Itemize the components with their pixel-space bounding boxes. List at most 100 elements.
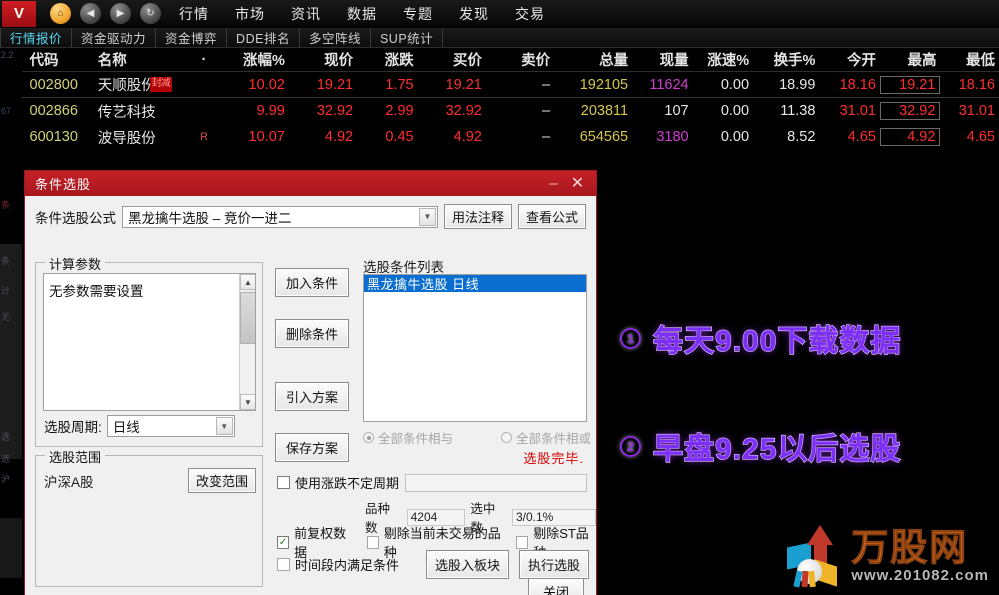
cell-low: 4.65 (966, 129, 995, 145)
formula-select[interactable]: 黑龙擒牛选股 – 竞价一进二 ▼ (122, 205, 438, 228)
cell-open: 4.65 (847, 129, 876, 145)
back-icon[interactable]: ◀ (80, 3, 101, 24)
period-select[interactable]: 日线 ▼ (106, 415, 235, 437)
checkbox-box[interactable] (366, 535, 379, 549)
tab-sup-stats[interactable]: SUP统计 (371, 28, 444, 47)
menu-item-market[interactable]: 市场 (235, 4, 265, 24)
screen-edge-artifact: 条 条 计 无 选 选 沪 2.2 2.2 67 (0, 48, 22, 595)
tab-long-short[interactable]: 多空阵线 (300, 28, 371, 47)
header-volume[interactable]: 总量 (554, 49, 632, 70)
checkbox-box[interactable] (277, 558, 290, 571)
dialog-title: 条件选股 (35, 177, 92, 192)
formula-row: 条件选股公式 黑龙擒牛选股 – 竞价一进二 ▼ 用法注释 查看公式 (35, 204, 586, 229)
save-plan-button[interactable]: 保存方案 (275, 433, 349, 462)
radio-or-dot[interactable] (500, 432, 512, 443)
dialog-title-bar[interactable]: 条件选股 – ✕ (25, 171, 596, 196)
add-condition-button[interactable]: 加入条件 (275, 268, 349, 297)
cell-change: 2.99 (385, 103, 414, 119)
calc-params-title: 计算参数 (45, 254, 106, 273)
tab-dde-rank[interactable]: DDE排名 (227, 28, 300, 47)
calc-params-scrollbar[interactable]: ▲ ▼ (239, 274, 255, 410)
calc-params-text: 无参数需要设置 (49, 284, 144, 299)
stock-scope-group: 选股范围 沪深A股 改变范围 (35, 447, 263, 587)
table-row[interactable]: 1 002800 天顺股份 封减 10.02 19.21 1.75 19.21 … (0, 72, 999, 98)
header-low[interactable]: 最低 (940, 49, 999, 70)
radio-all-and[interactable]: 全部条件相与 (363, 428, 453, 447)
tab-fund-drive[interactable]: 资金驱动力 (72, 28, 157, 47)
cell-change-pct: 10.02 (248, 76, 285, 93)
menu-item-topics[interactable]: 专题 (403, 4, 433, 24)
header-change[interactable]: 涨跌 (357, 49, 418, 70)
table-row[interactable]: 2 002866 传艺科技 9.99 32.92 2.99 32.92 – 20… (0, 98, 999, 124)
variable-period-input[interactable] (405, 473, 587, 492)
calc-params-list[interactable]: 无参数需要设置 ▲ ▼ (43, 273, 256, 411)
header-bid[interactable]: 买价 (418, 49, 486, 70)
menu-item-group: 行情 市场 资讯 数据 专题 发现 交易 (179, 4, 545, 24)
list-item[interactable]: 黑龙擒牛选股 日线 (364, 275, 586, 292)
header-name[interactable]: 名称 (94, 49, 188, 70)
header-ask[interactable]: 卖价 (486, 49, 554, 70)
header-marker[interactable]: · (187, 52, 220, 68)
checkbox-box[interactable] (277, 476, 290, 489)
menu-item-news[interactable]: 资讯 (291, 4, 321, 24)
time-range-label: 时间段内满足条件 (295, 558, 400, 573)
checkbox-box[interactable] (516, 535, 529, 549)
header-turnover[interactable]: 换手% (753, 49, 819, 70)
time-range-checkbox[interactable]: 时间段内满足条件 (277, 555, 399, 574)
header-now-volume[interactable]: 现量 (632, 49, 693, 70)
header-change-pct[interactable]: 涨幅% (221, 49, 289, 70)
header-high[interactable]: 最高 (880, 49, 941, 70)
cell-bid: 4.92 (453, 129, 482, 145)
cell-change: 0.45 (385, 129, 414, 145)
scroll-up-icon[interactable]: ▲ (240, 274, 255, 290)
cell-volume: 192105 (579, 76, 629, 93)
delete-condition-button[interactable]: 删除条件 (275, 319, 349, 348)
import-plan-button[interactable]: 引入方案 (275, 382, 349, 411)
usage-notes-button[interactable]: 用法注释 (443, 204, 512, 229)
chevron-down-icon[interactable]: ▼ (215, 417, 233, 435)
formula-value: 黑龙擒牛选股 – 竞价一进二 (128, 210, 292, 226)
variable-period-checkbox[interactable]: 使用涨跌不定周期 (277, 473, 399, 492)
cell-open: 31.01 (839, 103, 876, 119)
scroll-down-icon[interactable]: ▼ (240, 394, 255, 410)
refresh-icon[interactable]: ↻ (140, 3, 161, 24)
menu-item-discover[interactable]: 发现 (459, 4, 489, 24)
condition-list[interactable]: 黑龙擒牛选股 日线 (363, 274, 587, 422)
radio-and-dot[interactable] (363, 432, 374, 443)
minimize-icon[interactable]: – (545, 176, 563, 191)
chevron-down-icon[interactable]: ▼ (418, 207, 436, 226)
dialog-body: 条件选股公式 黑龙擒牛选股 – 竞价一进二 ▼ 用法注释 查看公式 计算参数 无… (25, 196, 596, 595)
condition-stock-picker-dialog: 条件选股 – ✕ 条件选股公式 黑龙擒牛选股 – 竞价一进二 ▼ 用法注释 查看… (24, 170, 597, 595)
header-open[interactable]: 今开 (819, 49, 880, 70)
scroll-thumb[interactable] (240, 292, 255, 344)
cell-code: 600130 (29, 129, 78, 145)
calc-params-group: 计算参数 无参数需要设置 ▲ ▼ 选股周期: 日线 ▼ (35, 254, 263, 447)
app-logo-icon[interactable]: V (2, 0, 36, 27)
forward-icon[interactable]: ▶ (110, 3, 131, 24)
cell-change: 1.75 (385, 76, 414, 93)
nav-icon-group: ⌂ ◀ ▶ ↻ (50, 3, 161, 24)
cell-speed: 0.00 (720, 76, 750, 93)
menu-item-trade[interactable]: 交易 (515, 4, 545, 24)
checkbox-box-checked[interactable]: ✓ (277, 535, 290, 549)
add-to-block-button[interactable]: 选股入板块 (425, 550, 509, 579)
cell-flag: R (199, 131, 208, 143)
close-icon[interactable]: ✕ (569, 175, 587, 192)
tab-quote-board[interactable]: 行情报价 (0, 28, 73, 47)
cell-volume: 203811 (580, 103, 629, 119)
menu-item-quotes[interactable]: 行情 (179, 4, 209, 24)
close-dialog-button[interactable]: 关闭 (527, 578, 584, 595)
menu-item-data[interactable]: 数据 (347, 4, 377, 24)
change-scope-button[interactable]: 改变范围 (187, 468, 256, 493)
view-formula-button[interactable]: 查看公式 (517, 204, 586, 229)
header-price[interactable]: 现价 (289, 49, 357, 70)
top-menu-bar: V ⌂ ◀ ▶ ↻ 行情 市场 资讯 数据 专题 发现 交易 (0, 0, 999, 28)
tab-fund-game[interactable]: 资金博弈 (156, 28, 228, 47)
table-row[interactable]: 3 600130 波导股份 R 10.07 4.92 0.45 4.92 – 6… (0, 124, 999, 150)
header-code[interactable]: 代码 (26, 49, 94, 70)
radio-all-or[interactable]: 全部条件相或 (500, 428, 591, 447)
execute-screen-button[interactable]: 执行选股 (518, 550, 589, 579)
period-value: 日线 (112, 420, 140, 435)
home-icon[interactable]: ⌂ (50, 3, 71, 24)
header-speed[interactable]: 涨速% (693, 49, 754, 70)
